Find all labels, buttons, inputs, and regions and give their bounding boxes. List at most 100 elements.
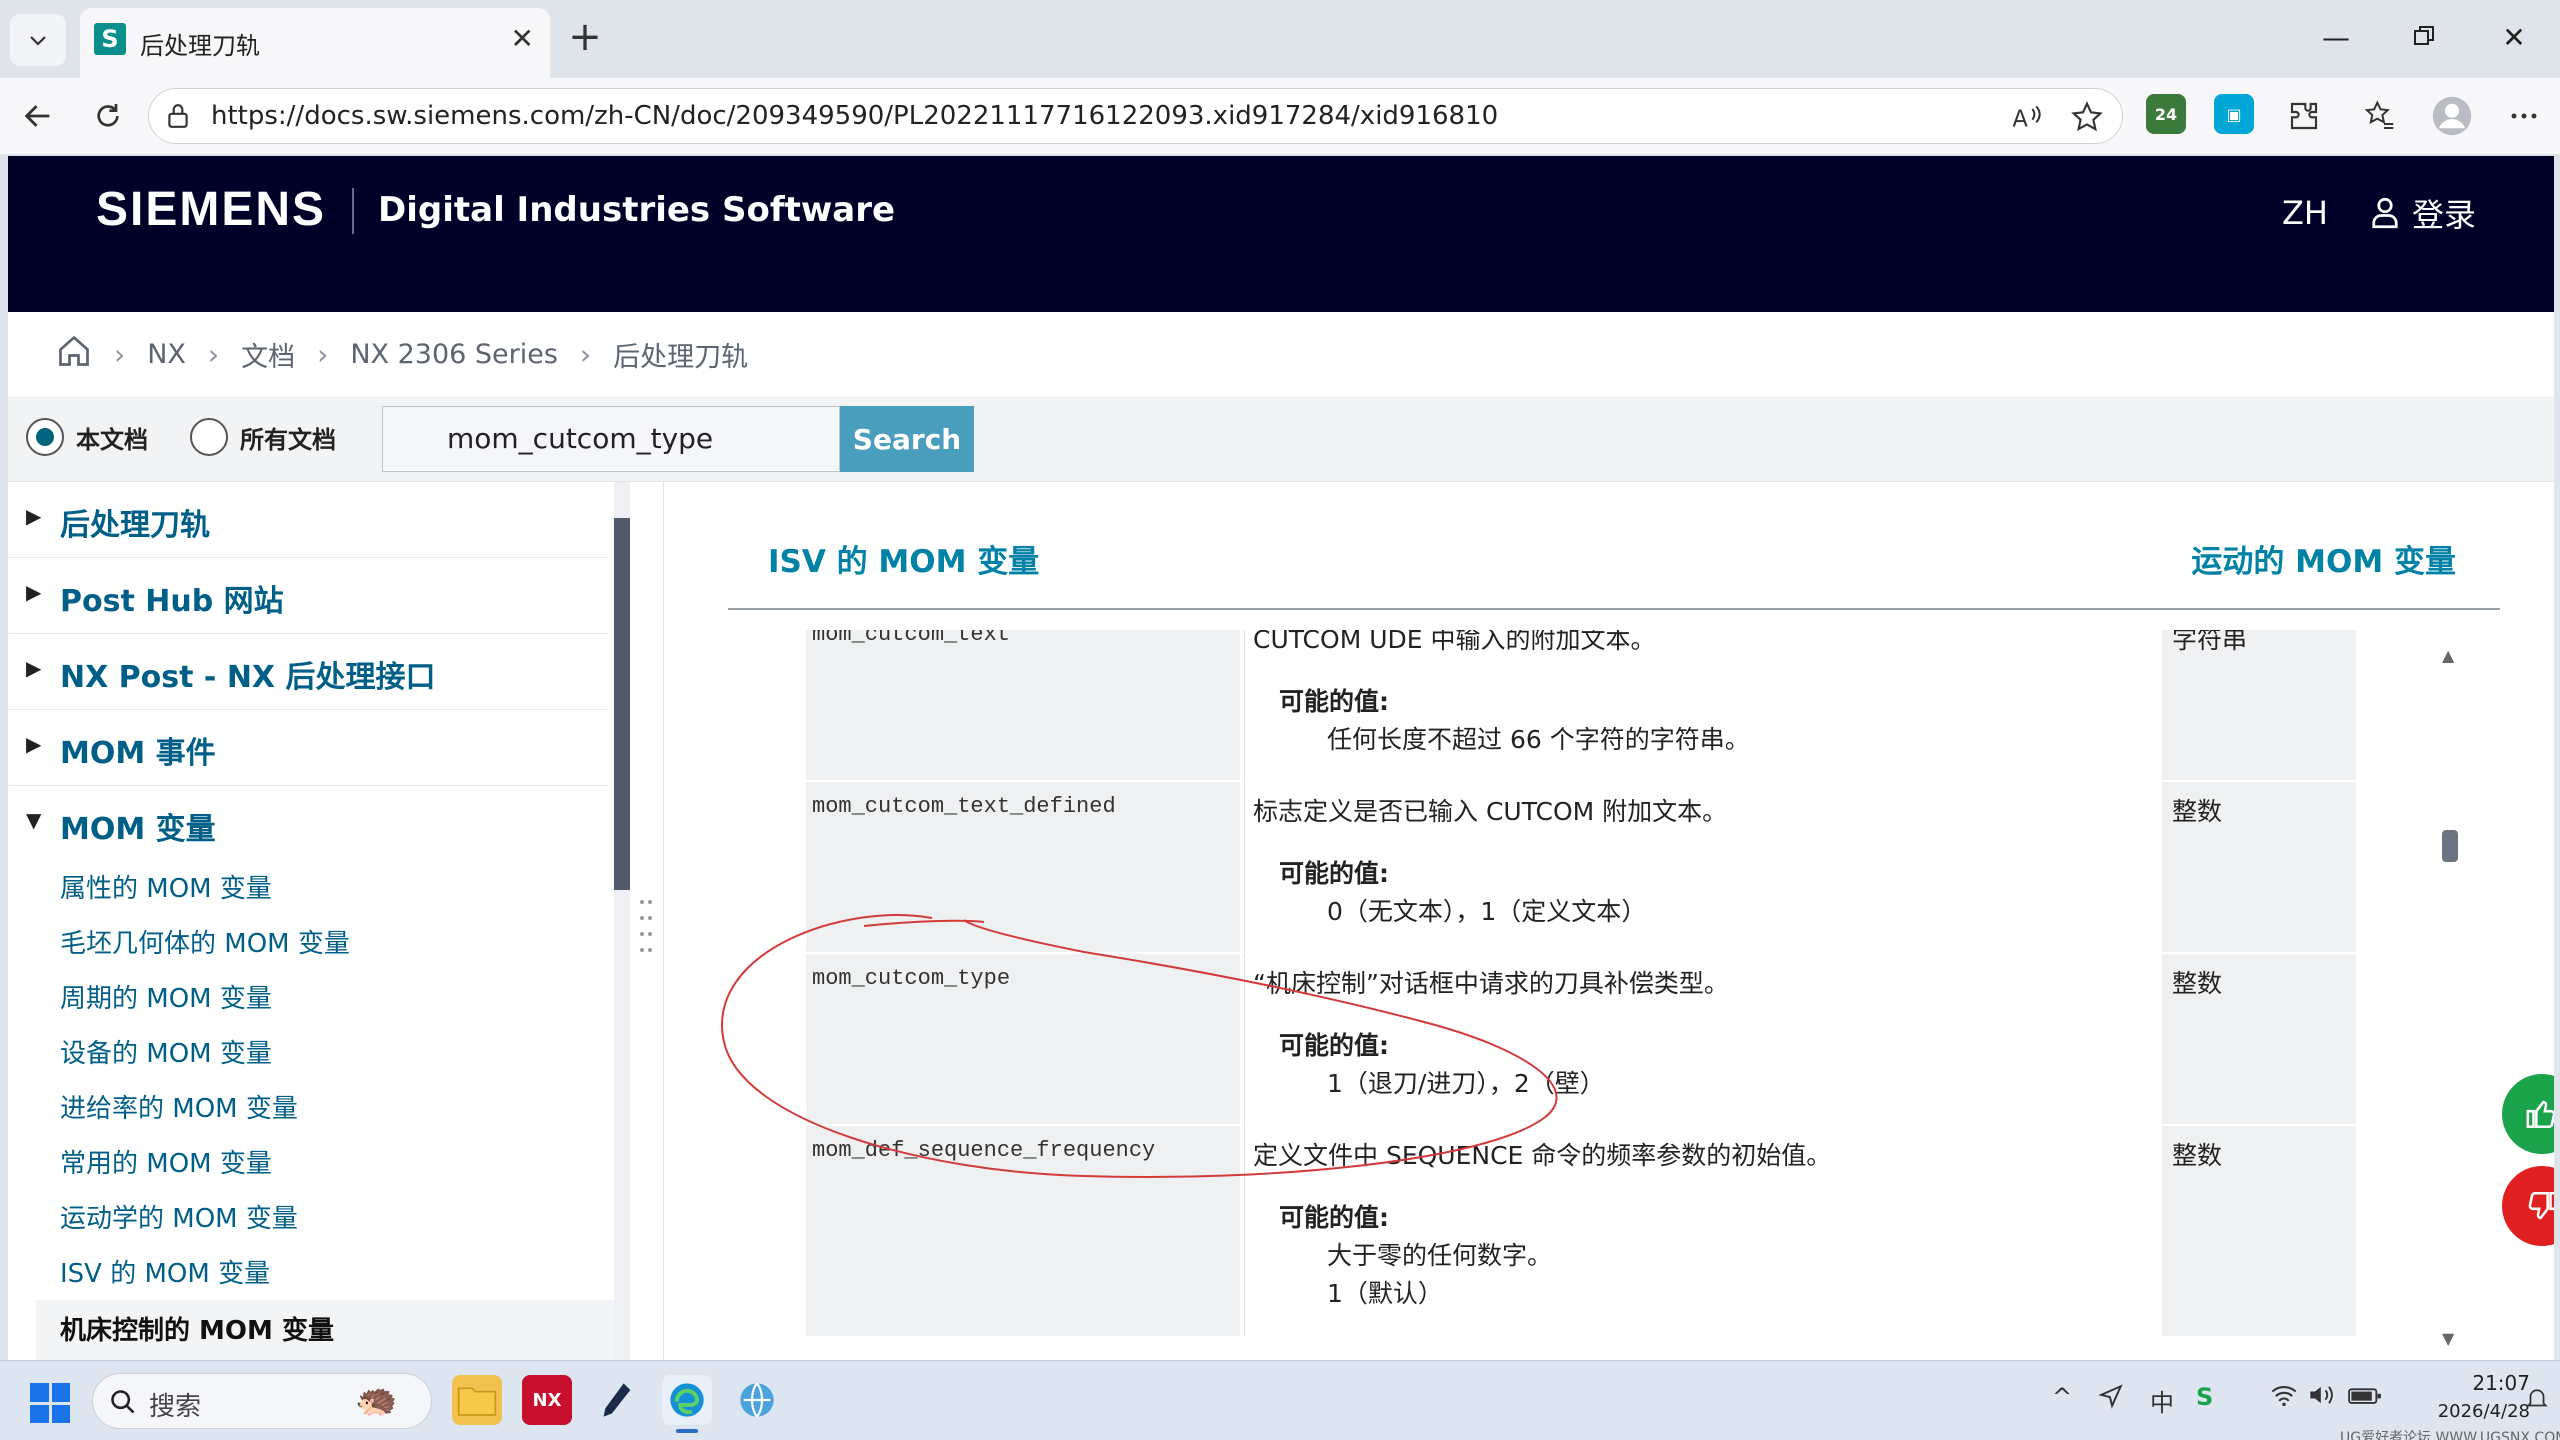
next-topic-link[interactable]: 运动的 MOM 变量 bbox=[2191, 536, 2456, 581]
search-highlight-icon: 🦔 bbox=[355, 1380, 398, 1420]
taskbar-time[interactable]: 21:07 bbox=[2440, 1371, 2530, 1395]
sidebar-subitem-active[interactable]: 机床控制的 MOM 变量 bbox=[60, 1310, 334, 1347]
variable-name: mom_def_sequence_frequency bbox=[812, 1138, 1156, 1163]
radio-selected-icon bbox=[26, 418, 64, 456]
close-window-button[interactable]: ✕ bbox=[2474, 16, 2554, 60]
breadcrumb-item-series[interactable]: NX 2306 Series bbox=[350, 339, 558, 370]
variable-name: mom_cutcom_text bbox=[812, 630, 1011, 647]
sidebar-subitem[interactable]: 进给率的 MOM 变量 bbox=[60, 1088, 298, 1125]
minimize-button[interactable]: — bbox=[2296, 16, 2376, 60]
sidebar-subitem[interactable]: 设备的 MOM 变量 bbox=[60, 1033, 272, 1070]
table-row: mom_def_sequence_frequency 定义文件中 SEQUENC… bbox=[806, 1126, 2356, 1336]
variable-type: 整数 bbox=[2172, 797, 2223, 826]
sidebar-subitem[interactable]: 运动学的 MOM 变量 bbox=[60, 1198, 298, 1235]
ime-indicator[interactable]: 中 bbox=[2150, 1383, 2174, 1418]
scope-this-doc-label: 本文档 bbox=[76, 425, 148, 454]
tab-close-icon[interactable]: ✕ bbox=[511, 22, 534, 55]
login-label: 登录 bbox=[2412, 196, 2477, 234]
caret-right-icon: ▶ bbox=[26, 504, 42, 528]
pen-app-icon[interactable] bbox=[592, 1375, 642, 1425]
variables-table: mom_cutcom_text CUTCOM UDE 中输入的附加文本。 可能的… bbox=[806, 630, 2356, 1336]
caret-right-icon: ▶ bbox=[26, 732, 42, 756]
site-subtitle[interactable]: Digital Industries Software bbox=[378, 190, 895, 230]
logo-separator bbox=[352, 188, 354, 234]
divider bbox=[728, 608, 2500, 610]
sidebar-subitem[interactable]: 常用的 MOM 变量 bbox=[60, 1143, 272, 1180]
home-icon[interactable] bbox=[56, 333, 92, 376]
sidebar-subitem[interactable]: ISV 的 MOM 变量 bbox=[60, 1253, 270, 1290]
address-bar[interactable]: https://docs.sw.siemens.com/zh-CN/doc/20… bbox=[148, 88, 2123, 144]
chat-extension-icon[interactable]: ▣ bbox=[2214, 94, 2254, 134]
security-app-icon[interactable]: S bbox=[2196, 1383, 2213, 1411]
sidebar-subitem[interactable]: 属性的 MOM 变量 bbox=[60, 868, 272, 905]
sidebar-scroll-thumb[interactable] bbox=[614, 518, 630, 890]
restore-button[interactable] bbox=[2384, 16, 2464, 60]
location-icon[interactable] bbox=[2098, 1383, 2124, 1415]
taskbar-date[interactable]: 2026/4/28 bbox=[2400, 1401, 2530, 1422]
sidebar-item-mom-variables[interactable]: ▼ MOM 变量 bbox=[8, 786, 608, 862]
login-button[interactable]: 登录 bbox=[2370, 190, 2476, 236]
possible-values-label: 可能的值: bbox=[1279, 1031, 1389, 1060]
wifi-icon[interactable] bbox=[2270, 1383, 2298, 1413]
search-input[interactable]: mom_cutcom_type bbox=[382, 406, 840, 472]
notification-icon[interactable] bbox=[2526, 1387, 2548, 1417]
chevron-right-icon: › bbox=[207, 338, 220, 371]
variable-name: mom_cutcom_text_defined bbox=[812, 794, 1116, 819]
breadcrumb-item-docs[interactable]: 文档 bbox=[241, 335, 295, 374]
new-tab-button[interactable]: + bbox=[562, 16, 608, 62]
scope-this-doc-radio[interactable]: 本文档 bbox=[26, 418, 148, 456]
volume-icon[interactable] bbox=[2308, 1383, 2336, 1413]
tab-list-button[interactable] bbox=[10, 14, 66, 66]
network-app-icon[interactable] bbox=[732, 1375, 782, 1425]
more-menu-button[interactable] bbox=[2500, 92, 2548, 140]
windows-start-icon[interactable] bbox=[30, 1383, 70, 1423]
sidebar-item-mom-events[interactable]: ▶ MOM 事件 bbox=[8, 710, 608, 786]
pane-splitter[interactable] bbox=[630, 482, 664, 1360]
lock-icon[interactable] bbox=[165, 102, 191, 134]
favorites-button[interactable] bbox=[2356, 92, 2404, 140]
language-switch[interactable]: ZH bbox=[2282, 194, 2328, 232]
back-button[interactable] bbox=[14, 92, 62, 140]
breadcrumb-item-nx[interactable]: NX bbox=[147, 339, 186, 370]
browser-tab[interactable]: S 后处理刀轨 ✕ bbox=[80, 8, 550, 78]
file-explorer-icon[interactable] bbox=[452, 1375, 502, 1425]
search-button[interactable]: Search bbox=[840, 406, 974, 472]
caret-right-icon: ▶ bbox=[26, 580, 42, 604]
extension-badge-icon[interactable]: 24 bbox=[2146, 94, 2186, 134]
scroll-down-icon[interactable]: ▼ bbox=[2442, 1329, 2454, 1348]
chevron-right-icon: › bbox=[579, 338, 592, 371]
variable-description: 定义文件中 SEQUENCE 命令的频率参数的初始值。 bbox=[1253, 1141, 1832, 1170]
sidebar-item-posthub[interactable]: ▶ Post Hub 网站 bbox=[8, 558, 608, 634]
radio-unselected-icon bbox=[190, 418, 228, 456]
profile-button[interactable] bbox=[2428, 92, 2476, 140]
tray-chevron-up-icon[interactable]: ^ bbox=[2052, 1383, 2072, 1411]
sidebar-item-nxpost[interactable]: ▶ NX Post - NX 后处理接口 bbox=[8, 634, 608, 710]
page-viewport: SIEMENS Digital Industries Software ZH 登… bbox=[8, 156, 2554, 1360]
prev-topic-link[interactable]: ISV 的 MOM 变量 bbox=[768, 536, 1039, 581]
possible-values-label: 可能的值: bbox=[1279, 1203, 1389, 1232]
sidebar-item-label: Post Hub 网站 bbox=[60, 584, 284, 619]
variable-type: 整数 bbox=[2172, 1141, 2223, 1170]
thumbs-up-icon bbox=[2526, 1100, 2554, 1129]
sidebar-item-label: MOM 变量 bbox=[60, 812, 216, 847]
sidebar-subitem[interactable]: 周期的 MOM 变量 bbox=[60, 978, 272, 1015]
read-aloud-icon[interactable]: A bbox=[2009, 99, 2045, 135]
refresh-button[interactable] bbox=[84, 92, 132, 140]
taskbar-search[interactable]: 搜索 🦔 bbox=[92, 1373, 432, 1429]
content-scroll-thumb[interactable] bbox=[2442, 830, 2458, 862]
edge-browser-icon[interactable] bbox=[662, 1375, 712, 1433]
sidebar-subitem[interactable]: 毛坯几何体的 MOM 变量 bbox=[60, 923, 350, 960]
drag-handle-icon[interactable] bbox=[640, 900, 652, 960]
sidebar-item-postprocess[interactable]: ▶ 后处理刀轨 bbox=[8, 482, 608, 558]
search-icon bbox=[111, 1390, 135, 1414]
extensions-button[interactable] bbox=[2280, 92, 2328, 140]
content-scrollbar[interactable]: ▲ ▼ bbox=[2436, 642, 2464, 1348]
scroll-up-icon[interactable]: ▲ bbox=[2442, 646, 2454, 665]
url-text[interactable]: https://docs.sw.siemens.com/zh-CN/doc/20… bbox=[211, 101, 1498, 131]
nx-app-icon[interactable]: NX bbox=[522, 1375, 572, 1425]
breadcrumb-item-current[interactable]: 后处理刀轨 bbox=[613, 335, 748, 374]
battery-icon[interactable] bbox=[2348, 1383, 2382, 1413]
favorite-star-icon[interactable] bbox=[2069, 99, 2105, 135]
scope-all-docs-radio[interactable]: 所有文档 bbox=[190, 418, 336, 456]
siemens-logo[interactable]: SIEMENS bbox=[96, 182, 326, 237]
